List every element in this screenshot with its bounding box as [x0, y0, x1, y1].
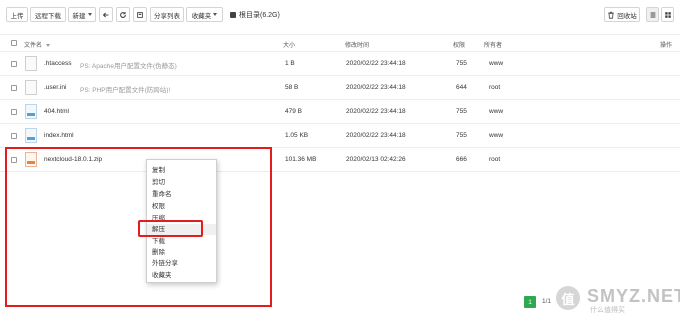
back-button[interactable]: [99, 7, 113, 22]
refresh-icon: [120, 11, 126, 18]
trash-icon: [608, 11, 615, 19]
favorites-button-label: 收藏夹: [191, 12, 212, 20]
menu-item-external-share[interactable]: 外链分享: [147, 258, 216, 269]
hard-disk-icon: [230, 12, 236, 18]
file-table-header: 文件名 大小 修改时间 权限 所有者 操作: [0, 34, 680, 52]
file-icon: [25, 80, 37, 95]
file-perm[interactable]: 755: [456, 108, 467, 115]
column-name-label: 文件名: [24, 43, 43, 49]
file-size: 58 B: [285, 84, 299, 91]
file-mtime: 2020/02/13 02:42:26: [346, 156, 406, 163]
page-number-button[interactable]: 1: [524, 296, 536, 308]
arrow-left-icon: [102, 12, 109, 17]
current-path[interactable]: 根目录(6.2G): [230, 10, 280, 20]
chevron-down-icon: [87, 13, 92, 16]
file-perm[interactable]: 755: [456, 60, 467, 67]
menu-item-cut[interactable]: 剪切: [147, 177, 216, 188]
row-checkbox[interactable]: [11, 109, 17, 115]
grid-view-icon: [664, 11, 671, 18]
menu-item-rename[interactable]: 重命名: [147, 189, 216, 200]
file-size: 1 B: [285, 60, 295, 67]
menu-item-copy[interactable]: 复制: [147, 165, 216, 176]
html-file-icon: [25, 104, 37, 119]
file-owner[interactable]: www: [489, 132, 503, 139]
refresh-button[interactable]: [116, 7, 130, 22]
table-row[interactable]: 404.html 479 B 2020/02/22 23:44:18 755 w…: [0, 100, 680, 124]
upload-button[interactable]: 上传: [6, 7, 28, 22]
table-row[interactable]: .user.ini PS: PHP用户配置文件(防跨站)! 58 B 2020/…: [0, 76, 680, 100]
file-owner[interactable]: www: [489, 108, 503, 115]
file-note: PS: Apache用户配置文件(伪静态): [80, 63, 177, 70]
file-name[interactable]: .htaccess: [44, 60, 71, 67]
share-list-button[interactable]: 分享列表: [150, 7, 184, 22]
file-owner[interactable]: www: [489, 60, 503, 67]
file-perm[interactable]: 644: [456, 84, 467, 91]
html-file-icon: [25, 128, 37, 143]
row-checkbox[interactable]: [11, 133, 17, 139]
file-size: 101.36 MB: [285, 156, 317, 163]
menu-item-download[interactable]: 下载: [147, 236, 216, 247]
file-perm[interactable]: 755: [456, 132, 467, 139]
chevron-down-icon: [213, 13, 218, 16]
file-name[interactable]: .user.ini: [44, 84, 66, 91]
file-name[interactable]: 404.html: [44, 108, 69, 115]
list-view-button[interactable]: [646, 7, 659, 22]
grid-view-button[interactable]: [661, 7, 674, 22]
column-mtime[interactable]: 修改时间: [345, 40, 369, 49]
highlight-extract-frame: [138, 220, 203, 237]
row-checkbox[interactable]: [11, 85, 17, 91]
list-view-icon: [650, 11, 655, 18]
file-mtime: 2020/02/22 23:44:18: [346, 132, 406, 139]
remote-download-button[interactable]: 远程下载: [30, 7, 66, 22]
file-mtime: 2020/02/22 23:44:18: [346, 108, 406, 115]
favorites-dropdown-button[interactable]: 收藏夹: [186, 7, 223, 22]
file-owner[interactable]: root: [489, 156, 500, 163]
row-checkbox[interactable]: [11, 61, 17, 67]
column-perm[interactable]: 权限: [453, 40, 465, 49]
column-name[interactable]: 文件名: [24, 40, 50, 49]
table-row[interactable]: .htaccess PS: Apache用户配置文件(伪静态) 1 B 2020…: [0, 52, 680, 76]
table-row[interactable]: index.html 1.05 KB 2020/02/22 23:44:18 7…: [0, 124, 680, 148]
new-button-label: 新建: [72, 12, 86, 20]
file-perm[interactable]: 666: [456, 156, 467, 163]
menu-item-permission[interactable]: 权限: [147, 201, 216, 212]
recycle-bin-label: 回收站: [617, 12, 637, 20]
watermark-subtext: 什么值得买: [590, 307, 625, 314]
current-path-label: 根目录(6.2G): [239, 12, 280, 19]
bookmark-button[interactable]: [133, 7, 147, 22]
column-action: 操作: [660, 43, 673, 49]
menu-item-delete[interactable]: 删除: [147, 247, 216, 258]
watermark-text: SMYZ.NET: [587, 286, 680, 306]
new-dropdown-button[interactable]: 新建: [68, 7, 96, 22]
file-size: 1.05 KB: [285, 132, 309, 139]
file-note: PS: PHP用户配置文件(防跨站)!: [80, 87, 171, 94]
menu-item-favorite[interactable]: 收藏夹: [147, 270, 216, 281]
sort-icon: [45, 43, 50, 47]
page-total: 1/1: [542, 298, 552, 305]
watermark-logo-icon: 值: [556, 286, 580, 310]
square-icon: [137, 11, 143, 18]
toolbar: 上传 远程下载 新建 分享列表 收藏夹 根目录(6.2G) 回收站: [6, 7, 674, 23]
file-size: 479 B: [285, 108, 302, 115]
file-mtime: 2020/02/22 23:44:18: [346, 60, 406, 67]
column-size[interactable]: 大小: [283, 40, 295, 49]
file-icon: [25, 56, 37, 71]
file-owner[interactable]: root: [489, 84, 500, 91]
column-owner[interactable]: 所有者: [484, 40, 502, 49]
file-mtime: 2020/02/22 23:44:18: [346, 84, 406, 91]
file-name[interactable]: index.html: [44, 132, 74, 139]
recycle-bin-button[interactable]: 回收站: [604, 7, 640, 22]
select-all-checkbox[interactable]: [11, 40, 17, 46]
